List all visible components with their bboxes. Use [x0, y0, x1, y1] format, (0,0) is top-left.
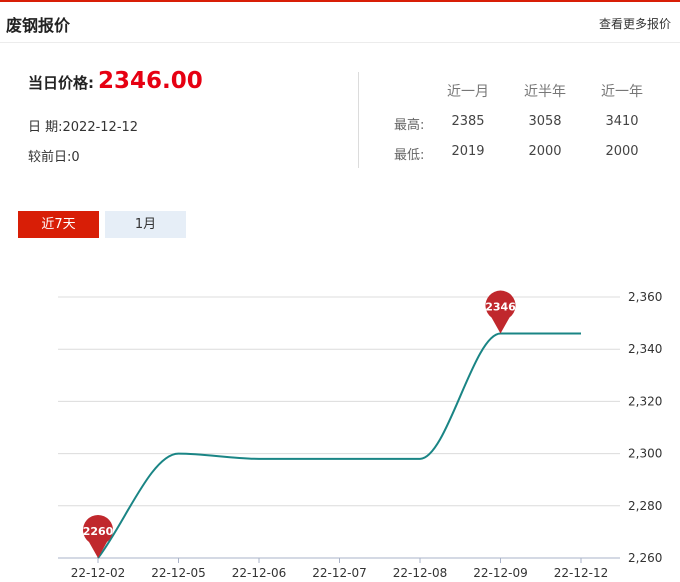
y-tick-label: 2,260: [628, 551, 662, 565]
x-tick-label: 22-12-07: [312, 566, 366, 580]
x-tick-label: 22-12-05: [151, 566, 205, 580]
price-line-chart: 2,260 2,280 2,300 2,320 2,340 2,360 22-12-02 22…: [58, 290, 662, 580]
y-tick-label: 2,300: [628, 447, 662, 461]
data-label: 2346: [485, 301, 516, 314]
y-tick-label: 2,360: [628, 290, 662, 304]
x-tick-label: 22-12-08: [393, 566, 447, 580]
series-line: [97, 332, 581, 559]
x-tick-label: 22-12-09: [473, 566, 527, 580]
y-tick-label: 2,320: [628, 394, 662, 408]
x-tick-label: 22-12-12: [554, 566, 608, 580]
y-tick-label: 2,280: [628, 499, 662, 513]
y-tick-label: 2,340: [628, 342, 662, 356]
x-tick-label: 22-12-02: [71, 566, 125, 580]
x-tick-label: 22-12-06: [232, 566, 286, 580]
data-label: 2260: [83, 525, 114, 538]
